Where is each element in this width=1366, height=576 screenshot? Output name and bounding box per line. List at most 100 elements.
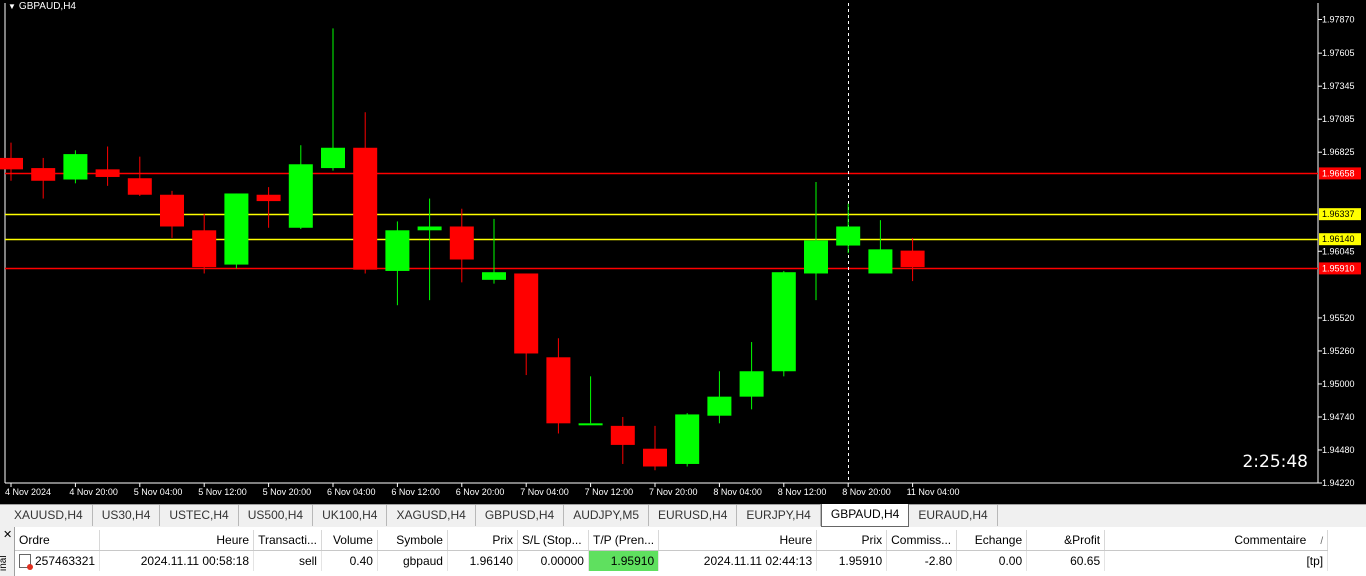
chart-title-text: GBPAUD,H4 xyxy=(18,1,76,12)
bull-candle xyxy=(675,414,700,464)
cell-sl: 0.00000 xyxy=(517,550,589,571)
column-header-8[interactable]: Heure xyxy=(658,530,818,551)
time-tick-label: 8 Nov 12:00 xyxy=(778,487,827,497)
bear-candle xyxy=(449,226,474,260)
time-tick-label: 6 Nov 04:00 xyxy=(327,487,376,497)
price-level-label: 1.96337 xyxy=(1322,209,1355,219)
bull-candle xyxy=(836,226,861,246)
cell-transaction: sell xyxy=(253,550,322,571)
price-tick-label: 1.97085 xyxy=(1322,114,1355,124)
column-header-4[interactable]: Symbole xyxy=(377,530,448,551)
close-icon[interactable]: ✕ xyxy=(3,528,12,541)
time-tick-label: 11 Nov 04:00 xyxy=(907,487,960,497)
bull-candle xyxy=(482,272,506,280)
chart-symbol-title[interactable]: ▼ GBPAUD,H4 xyxy=(8,1,76,12)
bull-candle xyxy=(578,423,603,426)
bull-candle xyxy=(63,154,88,180)
bull-candle xyxy=(321,147,345,169)
chart-area[interactable]: 1.97870 1.97605 1.97345 1.97085 1.96825 1.960… xyxy=(0,0,1366,502)
chart-tab-xauusd-h4[interactable]: XAUUSD,H4 xyxy=(0,505,93,526)
column-header-13[interactable]: Commentaire / xyxy=(1104,530,1329,551)
column-header-7[interactable]: T/P (Pren... xyxy=(588,530,660,551)
cell-heure-open: 2024.11.11 00:58:18 xyxy=(99,550,255,571)
price-tick-label: 1.95260 xyxy=(1322,346,1355,356)
price-tick-label: 1.97345 xyxy=(1322,81,1355,91)
column-header-10[interactable]: Commiss... xyxy=(886,530,958,551)
cell-echange: 0.00 xyxy=(956,550,1028,571)
bear-candle xyxy=(546,357,571,424)
chart-tab-ustec-h4[interactable]: USTEC,H4 xyxy=(160,505,239,526)
column-header-6[interactable]: S/L (Stop... xyxy=(517,530,589,551)
chart-tab-eurusd-h4[interactable]: EURUSD,H4 xyxy=(649,505,738,526)
price-tick-label: 1.97605 xyxy=(1322,48,1355,58)
column-header-3[interactable]: Volume xyxy=(321,530,378,551)
bear-candle xyxy=(643,448,667,467)
cell-ordre[interactable]: 257463321 xyxy=(15,550,101,571)
cell-profit: 60.65 xyxy=(1026,550,1106,571)
price-level-label: 1.95910 xyxy=(1322,263,1355,273)
price-tick-label: 1.94480 xyxy=(1322,445,1355,455)
time-tick-label: 5 Nov 12:00 xyxy=(198,487,247,497)
bear-candle xyxy=(160,194,184,227)
price-tick-label: 1.95520 xyxy=(1322,313,1355,323)
bear-candle xyxy=(31,168,56,181)
time-tick-label: 6 Nov 12:00 xyxy=(391,487,440,497)
bear-candle xyxy=(0,157,23,170)
chart-tab-us30-h4[interactable]: US30,H4 xyxy=(93,505,161,526)
bull-candle xyxy=(288,164,313,228)
bear-candle xyxy=(610,425,635,445)
time-tick-label: 4 Nov 20:00 xyxy=(69,487,118,497)
chart-tab-bar: XAUUSD,H4 US30,H4 USTEC,H4 US500,H4 UK100,H4… xyxy=(0,504,1366,528)
bear-candle xyxy=(514,273,539,354)
column-header-1[interactable]: Heure xyxy=(99,530,255,551)
chart-tab-gbpusd-h4[interactable]: GBPUSD,H4 xyxy=(476,505,565,526)
price-level-label: 1.96658 xyxy=(1322,168,1355,178)
column-header-0[interactable]: Ordre xyxy=(15,530,101,551)
price-tick-label: 1.96825 xyxy=(1322,147,1355,157)
bear-candle xyxy=(127,178,152,195)
bear-candle xyxy=(256,194,281,202)
candle-countdown-timer: 2:25:48 xyxy=(1242,452,1308,472)
cell-symbole: gbpaud xyxy=(377,550,448,571)
bull-candle xyxy=(707,396,732,416)
cell-heure-close: 2024.11.11 02:44:13 xyxy=(658,550,818,571)
time-tick-label: 8 Nov 04:00 xyxy=(713,487,762,497)
column-header-2[interactable]: Transacti... xyxy=(253,530,322,551)
cell-volume: 0.40 xyxy=(321,550,378,571)
table-row[interactable]: 257463321 2024.11.11 00:58:18 sell 0.40 … xyxy=(15,550,1329,571)
chart-tab-eurjpy-h4[interactable]: EURJPY,H4 xyxy=(737,505,821,526)
column-header-9[interactable]: Prix xyxy=(816,530,888,551)
chart-tab-xagusd-h4[interactable]: XAGUSD,H4 xyxy=(387,505,476,526)
chart-tab-us500-h4[interactable]: US500,H4 xyxy=(239,505,314,526)
sort-indicator-icon: / xyxy=(1320,536,1324,547)
time-tick-label: 7 Nov 12:00 xyxy=(585,487,634,497)
bull-candle xyxy=(417,226,442,231)
time-tick-label: 5 Nov 20:00 xyxy=(263,487,312,497)
bull-candle xyxy=(224,193,249,265)
candlestick-chart[interactable]: 1.97870 1.97605 1.97345 1.97085 1.96825 1.960… xyxy=(0,0,1366,502)
bull-candle xyxy=(385,230,410,271)
cell-commission: -2.80 xyxy=(886,550,958,571)
bear-candle xyxy=(900,250,925,268)
price-tick-label: 1.94220 xyxy=(1322,478,1355,488)
bear-candle xyxy=(95,169,120,177)
time-tick-label: 7 Nov 04:00 xyxy=(520,487,569,497)
terminal-side-strip: ✕ inal xyxy=(0,527,15,576)
price-tick-label: 1.97870 xyxy=(1322,15,1355,25)
chart-tab-uk100-h4[interactable]: UK100,H4 xyxy=(313,505,388,526)
bull-candle xyxy=(739,371,764,397)
chart-tab-gbpaud-h4[interactable]: GBPAUD,H4 xyxy=(820,504,910,527)
closed-order-icon xyxy=(19,554,33,571)
chart-tab-audjpy-m5[interactable]: AUDJPY,M5 xyxy=(564,505,650,526)
dropdown-triangle-icon[interactable]: ▼ xyxy=(8,2,16,11)
terminal-panel: ✕ inal Ordre Heure Transacti... Volume Symbo… xyxy=(0,527,1366,576)
column-header-5[interactable]: Prix xyxy=(447,530,518,551)
time-tick-label: 8 Nov 20:00 xyxy=(842,487,891,497)
table-header-row: Ordre Heure Transacti... Volume Symbole Prix S… xyxy=(15,530,1329,551)
chart-tab-euraud-h4[interactable]: EURAUD,H4 xyxy=(909,505,998,526)
price-tick-label: 1.94740 xyxy=(1322,412,1355,422)
cell-prix-close: 1.95910 xyxy=(816,550,888,571)
bull-candle xyxy=(771,272,796,372)
column-header-11[interactable]: Echange xyxy=(956,530,1028,551)
column-header-12[interactable]: &Profit xyxy=(1026,530,1106,551)
